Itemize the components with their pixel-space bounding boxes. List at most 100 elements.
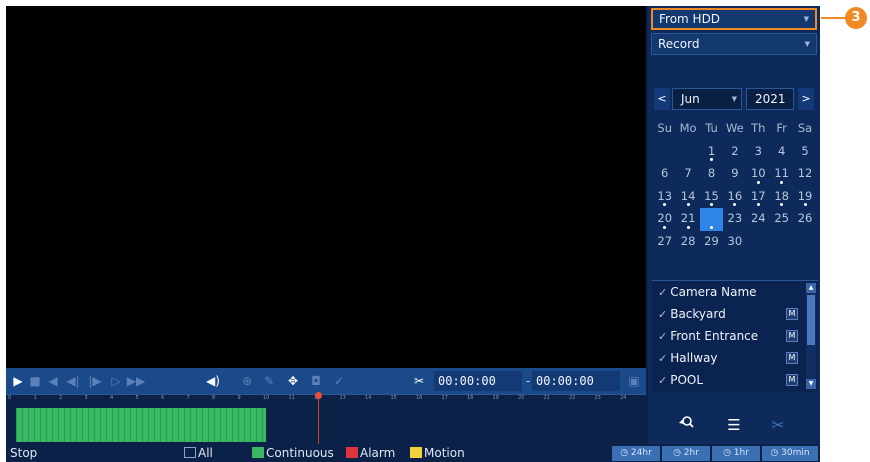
calendar-day[interactable]: 6 (653, 163, 676, 186)
motion-badge[interactable]: M (786, 330, 798, 342)
slow-button[interactable]: ▷ (108, 372, 124, 390)
legend-alarm[interactable]: Alarm (346, 444, 395, 462)
calendar-day[interactable]: 20 (653, 208, 676, 231)
motion-badge[interactable]: M (786, 352, 798, 364)
calendar-day[interactable]: 22 (699, 208, 724, 231)
time-separator: - (525, 374, 531, 388)
record-type-dropdown[interactable]: Record ▼ (651, 33, 817, 55)
reverse-play-button[interactable]: ◀ (46, 372, 60, 390)
weekday-label: Sa (797, 121, 813, 135)
scrollbar-thumb[interactable] (807, 295, 815, 345)
calendar-day[interactable]: 30 (723, 231, 746, 254)
start-time-field[interactable]: 00:00:00 (434, 371, 522, 391)
calendar-day[interactable]: 28 (676, 231, 699, 254)
calendar-day[interactable]: 5 (793, 141, 816, 164)
calendar-day[interactable]: 2 (723, 141, 746, 164)
legend-continuous[interactable]: Continuous (252, 444, 334, 462)
calendar-day[interactable]: 9 (723, 163, 746, 186)
calendar-day[interactable]: 13 (653, 186, 676, 209)
calendar-day-label: 17 (750, 188, 766, 203)
motion-badge[interactable]: M (786, 308, 798, 320)
timeline-cursor-handle[interactable] (315, 392, 322, 399)
calendar-day[interactable]: 25 (770, 208, 793, 231)
snapshot-button[interactable]: ◘ (308, 372, 324, 390)
video-viewport[interactable] (6, 6, 646, 368)
clip-button[interactable]: ✂ (410, 372, 428, 390)
calendar-day[interactable]: 29 (700, 231, 723, 254)
volume-button[interactable]: ◀) (204, 372, 222, 390)
end-time-field[interactable]: 00:00:00 (532, 371, 620, 391)
calendar-day[interactable]: 16 (723, 186, 746, 209)
scroll-down-icon[interactable]: ▼ (806, 379, 816, 389)
year-select[interactable]: 2021 (746, 88, 794, 110)
source-dropdown[interactable]: From HDD ▼ (651, 8, 817, 30)
calendar-day[interactable]: 24 (747, 208, 770, 231)
calendar-day[interactable]: 7 (676, 163, 699, 186)
prev-month-button[interactable]: < (654, 88, 670, 110)
calendar-day[interactable]: 18 (770, 186, 793, 209)
calendar-day-label: 2 (731, 143, 739, 158)
timeline-hour-tick: 19 (492, 395, 499, 401)
next-frame-button[interactable]: |▶ (86, 372, 104, 390)
motion-badge[interactable]: M (786, 374, 798, 386)
camera-item-backyard[interactable]: ✓ Backyard M (652, 303, 802, 325)
camera-list-header[interactable]: ✓ Camera Name (652, 281, 802, 303)
camera-item-hallway[interactable]: ✓ Hallway M (652, 347, 802, 369)
zoom-button[interactable]: ⊕ (240, 372, 254, 390)
fast-forward-button[interactable]: ▶▶ (126, 372, 146, 390)
month-select[interactable]: Jun ▼ (672, 88, 742, 110)
reverse-icon: ◀ (48, 374, 58, 388)
zoom-1hr-button[interactable]: ◷ 1hr (712, 446, 760, 461)
save-clip-button[interactable]: ▣ (626, 372, 642, 390)
legend-motion[interactable]: Motion (410, 444, 465, 462)
speaker-icon: ◀) (206, 374, 220, 388)
zoom-label: 30min (781, 448, 810, 458)
zoom-label: 24hr (630, 448, 652, 458)
calendar-day[interactable]: 21 (676, 208, 699, 231)
zoom-30min-button[interactable]: ◷ 30min (762, 446, 818, 461)
calendar-day[interactable]: 27 (653, 231, 676, 254)
calendar-day[interactable]: 26 (793, 208, 816, 231)
timeline-track[interactable] (6, 392, 646, 444)
checkmark-icon: ✓ (658, 330, 668, 343)
fisheye-button[interactable]: ✥ (284, 372, 302, 390)
next-month-button[interactable]: > (798, 88, 814, 110)
calendar-day[interactable]: 3 (747, 141, 770, 164)
edit-button[interactable]: ✎ (262, 372, 276, 390)
camera-item-pool[interactable]: ✓ POOL M (652, 369, 802, 391)
stop-icon: ■ (29, 374, 41, 388)
timeline-hour-tick: 20 (518, 395, 525, 401)
checkmark-icon: ✓ (658, 352, 668, 365)
stop-button[interactable]: ■ (28, 372, 42, 390)
camera-list-scrollbar[interactable]: ▲ ▼ (806, 283, 816, 389)
backup-check-button[interactable]: ✓ (332, 372, 346, 390)
calendar-empty-cell (770, 231, 793, 254)
prev-frame-button[interactable]: ◀| (64, 372, 82, 390)
legend-all[interactable]: All (184, 444, 213, 462)
calendar-day[interactable]: 11 (770, 163, 793, 186)
zoom-2hr-button[interactable]: ◷ 2hr (662, 446, 710, 461)
calendar-day[interactable]: 10 (747, 163, 770, 186)
scroll-up-icon[interactable]: ▲ (806, 283, 816, 293)
camera-item-front-entrance[interactable]: ✓ Front Entrance M (652, 325, 802, 347)
timeline-cursor[interactable] (318, 394, 319, 444)
smart-search-button[interactable] (668, 412, 704, 438)
list-view-button[interactable]: ☰ (716, 412, 752, 438)
zoom-24hr-button[interactable]: ◷ 24hr (612, 446, 660, 461)
calendar-day[interactable]: 15 (700, 186, 723, 209)
calendar-day[interactable]: 1 (700, 141, 723, 164)
calendar-day[interactable]: 17 (747, 186, 770, 209)
calendar-day[interactable]: 8 (700, 163, 723, 186)
weekday-label: Tu (705, 121, 718, 135)
calendar-day[interactable]: 14 (676, 186, 699, 209)
play-button[interactable]: ▶ (11, 372, 25, 390)
calendar-day[interactable]: 12 (793, 163, 816, 186)
calendar-day-label: 8 (707, 166, 716, 180)
tag-button[interactable]: ✂ (760, 412, 796, 438)
calendar-day[interactable]: 23 (723, 208, 746, 231)
calendar-day[interactable]: 4 (770, 141, 793, 164)
calendar-day-label: 16 (727, 188, 743, 203)
calendar-day[interactable]: 19 (793, 186, 816, 209)
calendar-day-label: 26 (797, 211, 813, 225)
zoom-label: 2hr (683, 448, 699, 458)
